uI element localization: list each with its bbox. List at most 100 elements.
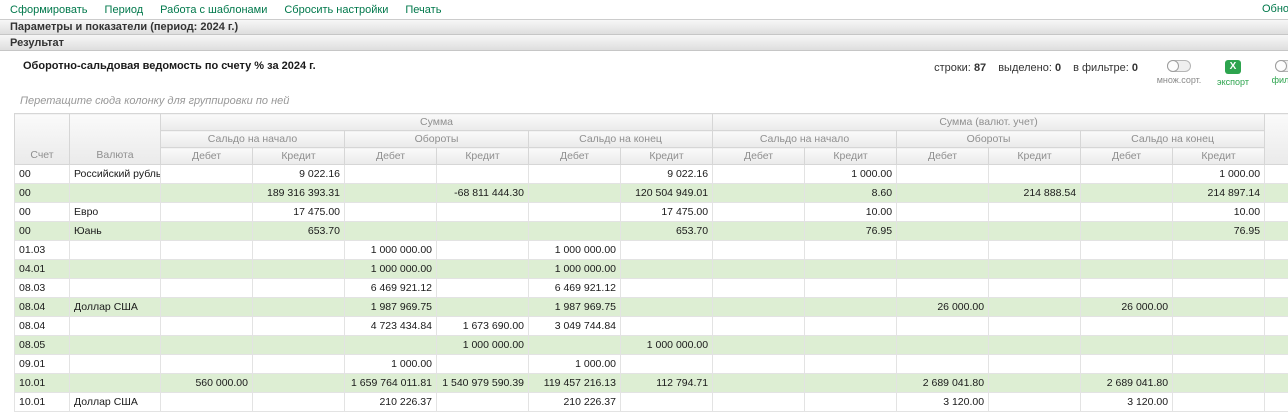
cell-value[interactable]: 120 504 949.01 [621,184,713,203]
cell-value[interactable] [805,355,897,374]
cell-value[interactable] [989,260,1081,279]
col-header-debit[interactable]: Дебет [345,148,437,165]
cell-value[interactable]: 1 000 000.00 [529,260,621,279]
cell-value[interactable] [713,355,805,374]
col-header-credit[interactable]: Кредит [989,148,1081,165]
col-header-credit[interactable]: Кредит [1173,148,1265,165]
cell-value[interactable] [989,317,1081,336]
cell-value[interactable]: 214 888.54 [989,184,1081,203]
cell-value[interactable] [713,374,805,393]
col-group-closing-balance[interactable]: Сальдо на конец [529,131,713,148]
cell-account[interactable]: 08.04 [15,317,70,336]
cell-value[interactable]: 26 000.00 [897,298,989,317]
cell-value[interactable] [621,317,713,336]
cell-value[interactable]: 653.70 [621,222,713,241]
cell-account[interactable]: 08.04 [15,298,70,317]
cell-value[interactable] [1173,260,1265,279]
cell-value[interactable] [1173,317,1265,336]
cell-value[interactable] [437,355,529,374]
cell-value[interactable]: 26 000.00 [1081,298,1173,317]
multisort-toggle[interactable] [1167,60,1191,72]
cell-currency[interactable]: Доллар США [70,393,161,412]
cell-value[interactable] [345,203,437,222]
cell-value[interactable] [989,355,1081,374]
cell-value[interactable]: 560 000.00 [161,374,253,393]
cell-value[interactable] [989,222,1081,241]
cell-value[interactable]: 119 457 216.13 [529,374,621,393]
cell-value[interactable] [437,165,529,184]
cell-value[interactable]: 214 897.14 [1173,184,1265,203]
cell-value[interactable] [161,279,253,298]
cell-value[interactable] [805,374,897,393]
cell-value[interactable] [805,298,897,317]
cell-currency[interactable] [70,260,161,279]
cell-value[interactable] [621,260,713,279]
cell-value[interactable]: 9 022.16 [621,165,713,184]
col-header-credit[interactable]: Кредит [805,148,897,165]
cell-value[interactable] [897,317,989,336]
col-header-credit[interactable]: Кредит [437,148,529,165]
cell-value[interactable] [1173,279,1265,298]
cell-value[interactable] [713,165,805,184]
cell-account[interactable]: 01.03 [15,241,70,260]
cell-value[interactable] [621,298,713,317]
cell-value[interactable] [989,393,1081,412]
cell-value[interactable]: 1 000.00 [529,355,621,374]
cell-currency[interactable] [70,317,161,336]
cell-value[interactable] [253,279,345,298]
cell-value[interactable] [713,241,805,260]
cell-value[interactable]: 189 316 393.31 [253,184,345,203]
cell-value[interactable] [805,279,897,298]
cell-value[interactable] [253,298,345,317]
cell-currency[interactable]: Евро [70,203,161,222]
cell-value[interactable] [529,165,621,184]
col-group-opening-balance[interactable]: Сальдо на начало [161,131,345,148]
cell-account[interactable]: 00 [15,165,70,184]
cell-value[interactable] [805,393,897,412]
cell-value[interactable] [437,393,529,412]
cell-value[interactable] [989,279,1081,298]
menu-item-reset-settings[interactable]: Сбросить настройки [284,4,388,16]
cell-value[interactable] [1173,355,1265,374]
cell-value[interactable]: -68 811 444.30 [437,184,529,203]
cell-value[interactable] [1173,336,1265,355]
cell-value[interactable] [713,203,805,222]
cell-value[interactable] [345,336,437,355]
cell-value[interactable]: 1 000 000.00 [345,241,437,260]
cell-value[interactable] [529,222,621,241]
cell-value[interactable] [897,336,989,355]
result-section-header[interactable]: Результат [0,35,1288,51]
cell-value[interactable]: 1 659 764 011.81 [345,374,437,393]
cell-value[interactable]: 1 987 969.75 [345,298,437,317]
table-row[interactable]: 08.044 723 434.841 673 690.003 049 744.8… [15,317,1288,336]
menu-item-print[interactable]: Печать [405,4,441,16]
cell-value[interactable]: 1 987 969.75 [529,298,621,317]
cell-value[interactable]: 1 000.00 [805,165,897,184]
cell-value[interactable]: 3 049 744.84 [529,317,621,336]
cell-currency[interactable]: Юань [70,222,161,241]
cell-value[interactable] [161,222,253,241]
col-header-debit[interactable]: Дебет [161,148,253,165]
params-section-header[interactable]: Параметры и показатели (период: 2024 г.) [0,19,1288,35]
table-row[interactable]: 01.03 1 000 000.00 1 000 000.00 [15,241,1288,260]
table-row[interactable]: 00Юань653.70653.7076.9576.95 [15,222,1288,241]
cell-value[interactable] [713,317,805,336]
cell-value[interactable]: 9 022.16 [253,165,345,184]
cell-value[interactable] [621,355,713,374]
cell-value[interactable] [437,222,529,241]
cell-value[interactable] [897,279,989,298]
col-group-sum-currency[interactable]: Сумма (валют. учет) [713,114,1265,131]
cell-value[interactable] [345,184,437,203]
cell-value[interactable] [437,279,529,298]
cell-value[interactable] [897,165,989,184]
cell-value[interactable] [345,222,437,241]
cell-value[interactable] [989,241,1081,260]
cell-value[interactable]: 1 000 000.00 [529,241,621,260]
cell-value[interactable] [1173,241,1265,260]
cell-value[interactable] [897,260,989,279]
cell-value[interactable]: 6 469 921.12 [345,279,437,298]
table-row[interactable]: 04.011 000 000.001 000 000.00 [15,260,1288,279]
col-header-account[interactable]: Счет [15,114,70,165]
cell-value[interactable] [161,241,253,260]
cell-value[interactable] [161,184,253,203]
